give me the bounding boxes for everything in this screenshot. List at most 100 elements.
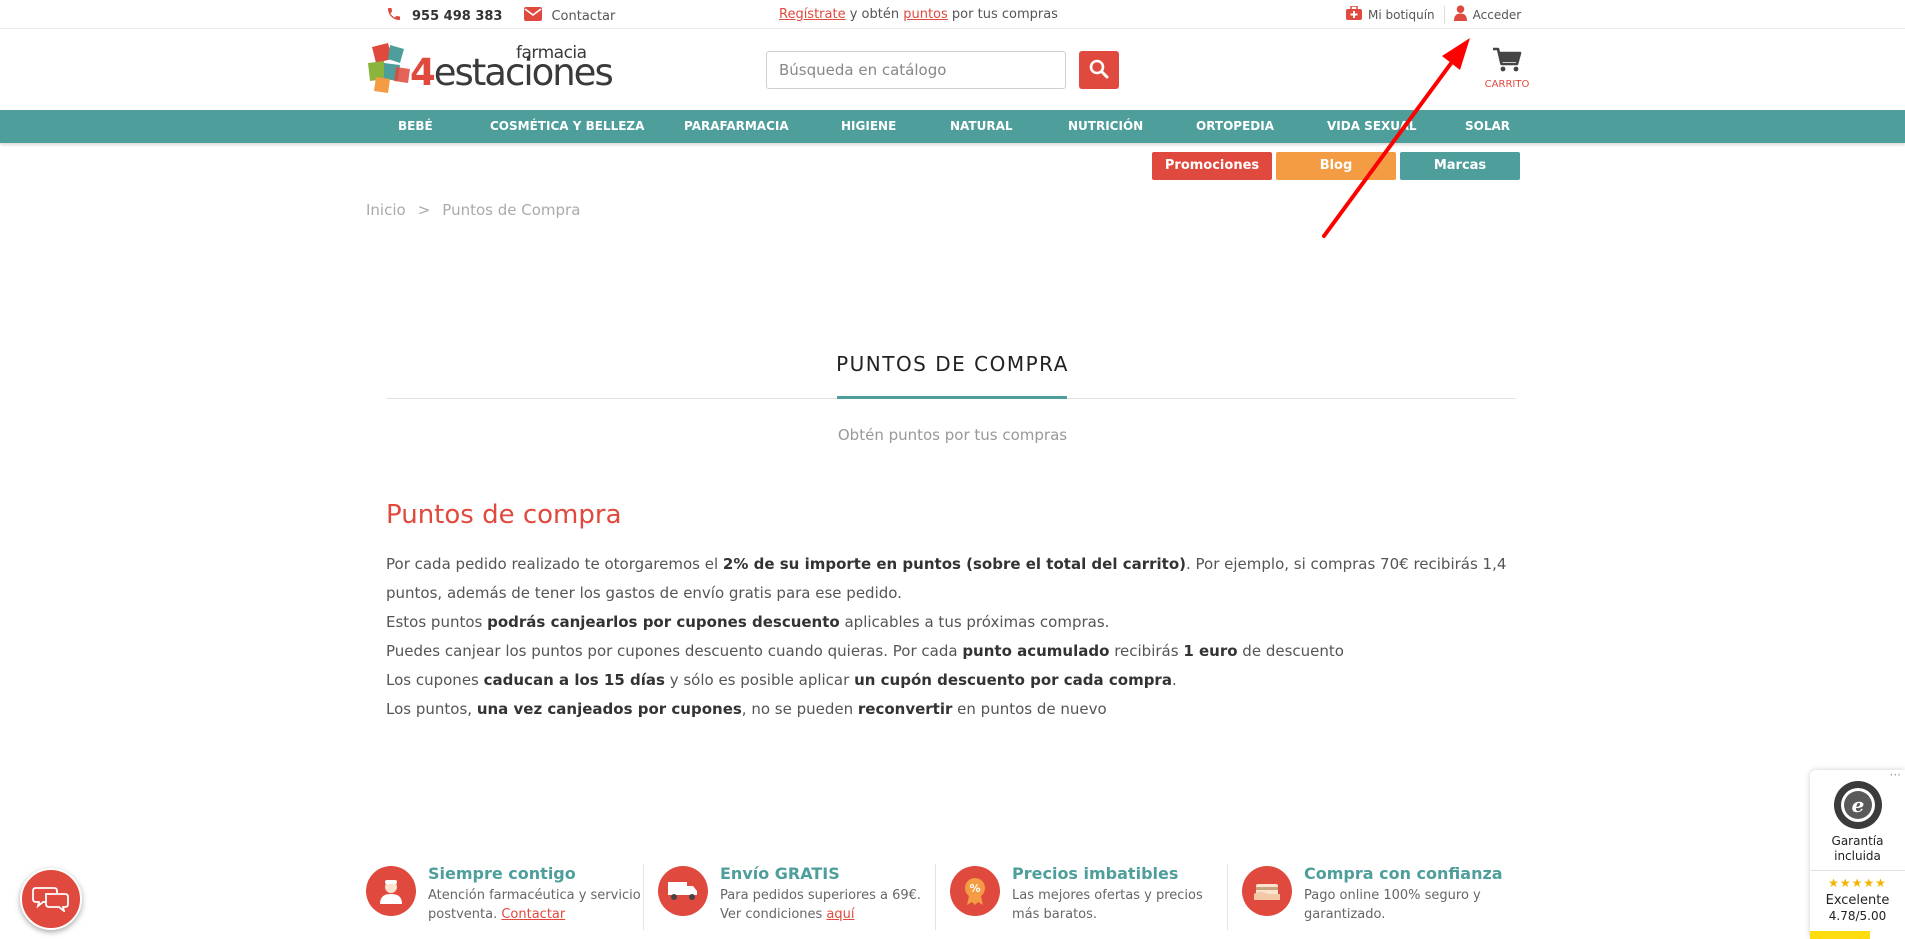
- main-nav: BEBÉ COSMÉTICA Y BELLEZA PARAFARMACIA HI…: [0, 110, 1905, 143]
- p2-bold: podrás canjearlos por cupones descuento: [487, 613, 840, 631]
- nav-item-bebe[interactable]: BEBÉ: [398, 110, 433, 143]
- p4-text-e: .: [1171, 671, 1177, 689]
- search-icon: [1089, 59, 1109, 82]
- p5-text-a: Los puntos,: [386, 700, 477, 718]
- p1-bold: 2% de su importe en puntos (sobre el tot…: [722, 555, 1186, 573]
- guarantee-line2: incluida: [1834, 849, 1881, 863]
- feature-line2: postventa.: [428, 907, 502, 922]
- feature-title: Envío GRATIS: [720, 864, 840, 883]
- p3-text-e: de descuento: [1237, 642, 1344, 660]
- first-aid-kit-icon: [1346, 5, 1362, 23]
- nav-item-vida-sexual[interactable]: VIDA SEXUAL: [1327, 110, 1417, 143]
- nav-item-solar[interactable]: SOLAR: [1465, 110, 1510, 143]
- p3-bold-2: 1 euro: [1183, 642, 1238, 660]
- chat-button[interactable]: [20, 868, 82, 930]
- svg-text:e: e: [1851, 793, 1864, 817]
- truck-icon: [658, 866, 708, 916]
- points-link[interactable]: puntos: [903, 7, 948, 22]
- search-input[interactable]: [766, 51, 1066, 89]
- nav-item-cosmetica[interactable]: COSMÉTICA Y BELLEZA: [490, 110, 644, 143]
- breadcrumb-separator: >: [417, 201, 431, 219]
- feature-siempre-contigo: Siempre contigo Atención farmacéutica y …: [366, 864, 656, 924]
- paragraph-3: Puedes canjear los puntos por cupones de…: [386, 637, 1516, 666]
- content-body: Por cada pedido realizado te otorgaremos…: [386, 550, 1516, 724]
- secure-payment-icon: [1242, 866, 1292, 916]
- breadcrumb: Inicio > Puntos de Compra: [366, 201, 580, 219]
- badge-divider: [1810, 870, 1905, 871]
- feature-line2: Ver condiciones: [720, 907, 827, 922]
- p3-text-a: Puedes canjear los puntos por cupones de…: [386, 642, 963, 660]
- rating-stars: ★★★★★: [1828, 876, 1887, 890]
- breadcrumb-current: Puntos de Compra: [442, 201, 581, 219]
- divider: [1443, 5, 1445, 24]
- feature-line2: más baratos.: [1012, 907, 1098, 922]
- feature-precios-imbatibles: % Precios imbatibles Las mejores ofertas…: [950, 864, 1240, 924]
- site-logo[interactable]: farmacia 4estaciones: [366, 41, 614, 97]
- trusted-shops-badge[interactable]: ··· e Garantía incluida ★★★★★ Excelente 4…: [1810, 768, 1905, 939]
- promociones-button[interactable]: Promociones: [1152, 152, 1272, 180]
- p2-text-c: aplicables a tus próximas compras.: [839, 613, 1110, 631]
- cart-label: CARRITO: [1484, 79, 1530, 90]
- paragraph-2: Estos puntos podrás canjearlos por cupon…: [386, 608, 1516, 637]
- promo-text-mid: y obtén: [845, 7, 904, 22]
- logo-number: 4: [410, 51, 436, 94]
- my-kit-link[interactable]: Mi botiquín: [1368, 8, 1435, 22]
- feature-divider: [1227, 864, 1228, 930]
- feature-line2: garantizado.: [1304, 907, 1386, 922]
- p2-text-a: Estos puntos: [386, 613, 488, 631]
- logo-cubes-icon: [368, 43, 410, 93]
- feature-line1: Las mejores ofertas y precios: [1012, 888, 1203, 903]
- p5-bold-1: una vez canjeados por cupones: [476, 700, 742, 718]
- feature-title: Compra con confianza: [1304, 864, 1503, 883]
- logo-text: 4estaciones: [410, 51, 614, 94]
- p3-bold-1: punto acumulado: [962, 642, 1110, 660]
- nav-item-parafarmacia[interactable]: PARAFARMACIA: [684, 110, 789, 143]
- nav-item-higiene[interactable]: HIGIENE: [841, 110, 896, 143]
- svg-text:%: %: [969, 882, 980, 895]
- guarantee-text: Garantía incluida: [1810, 834, 1905, 864]
- page-title: PUNTOS DE COMPRA: [836, 352, 1069, 376]
- content-heading: Puntos de compra: [386, 500, 622, 530]
- feature-desc: Para pedidos superiores a 69€. Ver condic…: [720, 886, 950, 924]
- feature-desc: Las mejores ofertas y precios más baratos…: [1012, 886, 1242, 924]
- top-contact: 955 498 383 Contactar: [386, 6, 615, 26]
- phone-number[interactable]: 955 498 383: [412, 9, 502, 24]
- title-underline: [837, 396, 1067, 399]
- login-link[interactable]: Acceder: [1473, 8, 1522, 22]
- register-link[interactable]: Regístrate: [779, 7, 846, 22]
- feature-divider: [643, 864, 644, 930]
- cart-button[interactable]: CARRITO: [1482, 47, 1532, 90]
- nav-item-nutricion[interactable]: NUTRICIÓN: [1068, 110, 1143, 143]
- badge-menu-dots[interactable]: ···: [1890, 768, 1901, 782]
- p5-text-c: , no se pueden: [741, 700, 858, 718]
- paragraph-5: Los puntos, una vez canjeados por cupone…: [386, 695, 1516, 724]
- search-button[interactable]: [1079, 51, 1119, 89]
- page-subtitle: Obtén puntos por tus compras: [837, 426, 1068, 444]
- account-links: Mi botiquín Acceder: [1346, 5, 1521, 24]
- feature-title: Siempre contigo: [428, 864, 576, 883]
- guarantee-line1: Garantía: [1831, 834, 1884, 848]
- p5-text-e: en puntos de nuevo: [952, 700, 1107, 718]
- feature-line1: Atención farmacéutica y servicio: [428, 888, 641, 903]
- p1-text-a: Por cada pedido realizado te otorgaremos…: [386, 555, 723, 573]
- breadcrumb-home[interactable]: Inicio: [366, 201, 406, 219]
- chat-icon: [32, 884, 70, 915]
- badge-accent-bar: [1810, 931, 1870, 939]
- nav-item-ortopedia[interactable]: ORTOPEDIA: [1196, 110, 1274, 143]
- blog-button[interactable]: Blog: [1276, 152, 1396, 180]
- discount-badge-icon: %: [950, 866, 1000, 916]
- feature-contact-link[interactable]: Contactar: [501, 907, 565, 922]
- feature-envio-gratis: Envío GRATIS Para pedidos superiores a 6…: [658, 864, 948, 924]
- feature-desc: Pago online 100% seguro y garantizado.: [1304, 886, 1534, 924]
- feature-divider: [935, 864, 936, 930]
- promo-text-end: por tus compras: [947, 7, 1058, 22]
- nav-item-natural[interactable]: NATURAL: [950, 110, 1013, 143]
- pharmacist-icon: [366, 866, 416, 916]
- marcas-button[interactable]: Marcas: [1400, 152, 1520, 180]
- top-bar: 955 498 383 Contactar Regístrate y obtén…: [0, 0, 1905, 29]
- trusted-seal-icon: e: [1833, 780, 1883, 830]
- contact-link[interactable]: Contactar: [551, 9, 615, 24]
- logo-word: estaciones: [433, 51, 614, 94]
- p4-bold-2: un cupón descuento por cada compra: [854, 671, 1172, 689]
- feature-conditions-link[interactable]: aquí: [826, 907, 854, 922]
